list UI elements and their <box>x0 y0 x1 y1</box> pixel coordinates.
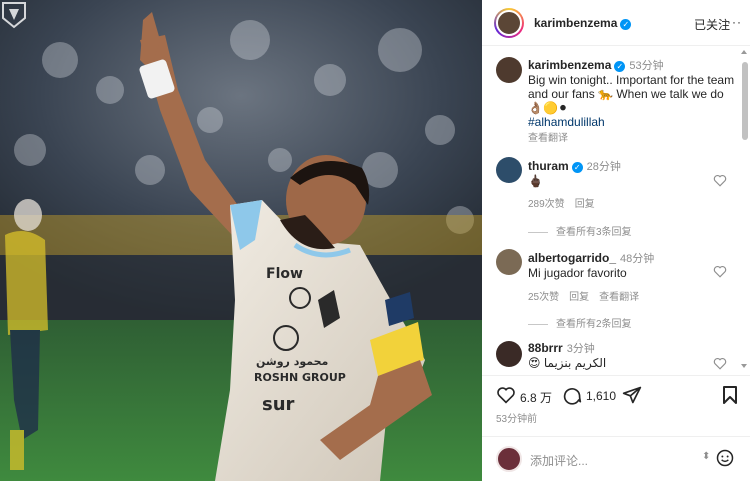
comment-body: albertogarrido_ 48分钟 Mi jugador favorito <box>528 251 655 280</box>
comment-body: 88brrr 3分钟 😍 الكريم بنزيما <box>528 341 607 370</box>
comment-body: thuram ✓ 28分钟 🖕🏿 <box>528 159 621 188</box>
comment-avatar[interactable] <box>496 249 522 275</box>
share-send-icon[interactable] <box>622 385 642 405</box>
reply-button[interactable]: 回复 <box>575 199 595 210</box>
spin-arrows-icon[interactable]: ⬍ <box>702 451 710 462</box>
following-button[interactable]: 已关注 <box>694 16 730 33</box>
author-avatar[interactable] <box>494 8 524 38</box>
svg-text:Flow: Flow <box>266 266 303 282</box>
comment-avatar[interactable] <box>496 341 522 367</box>
comment-username[interactable]: albertogarrido_ <box>528 251 616 265</box>
posted-time[interactable]: 53分钟前 <box>496 410 537 425</box>
comment-avatar[interactable] <box>496 157 522 183</box>
current-user-avatar <box>496 446 522 472</box>
comments-scroll[interactable]: karimbenzema ✓ 53分钟 Big win tonight.. Impo… <box>482 47 750 373</box>
like-comment-heart-icon[interactable] <box>713 357 727 370</box>
svg-text:محمود روشن: محمود روشن <box>256 355 328 368</box>
like-heart-icon[interactable] <box>496 386 516 404</box>
likes-count[interactable]: 6.8 万 <box>520 389 552 406</box>
bookmark-icon[interactable] <box>722 385 738 405</box>
comment-box: 添加评论... ⬍ <box>482 436 750 481</box>
comment-input[interactable]: 添加评论... <box>530 452 588 469</box>
scrollbar-up-arrow[interactable] <box>741 50 747 54</box>
comment-username[interactable]: 88brrr <box>528 341 563 355</box>
translate-button[interactable]: 查看翻译 <box>599 292 639 303</box>
comment-meta: 289次赞 回复 <box>528 195 605 210</box>
post-photo: Flow محمود روشن ROSHN GROUP sur <box>0 0 482 481</box>
comment-bubble-icon[interactable] <box>562 385 582 405</box>
post-side-panel: karimbenzema ✓ 已关注 ··· karimbenzema ✓ 53分钟 … <box>482 0 750 481</box>
svg-text:ROSHN GROUP: ROSHN GROUP <box>254 371 346 384</box>
caption-avatar[interactable] <box>496 57 522 83</box>
caption-username[interactable]: karimbenzema <box>528 58 611 72</box>
caption-text: Big win tonight.. Important for the team… <box>528 73 735 115</box>
svg-text:sur: sur <box>262 394 295 415</box>
like-comment-heart-icon[interactable] <box>713 174 727 187</box>
comment-text: 🖕🏿 <box>528 174 543 188</box>
comment-likes[interactable]: 25次赞 <box>528 292 559 303</box>
scrollbar-thumb[interactable] <box>742 62 748 140</box>
hashtag-link[interactable]: #alhamdulillah <box>528 115 605 129</box>
reply-button[interactable]: 回复 <box>569 292 589 303</box>
author-username[interactable]: karimbenzema ✓ <box>534 16 632 30</box>
view-replies-link[interactable]: 查看所有2条回复 <box>528 315 632 330</box>
comment-likes[interactable]: 289次赞 <box>528 199 565 210</box>
player-celebration-image: Flow محمود روشن ROSHN GROUP sur <box>0 0 482 481</box>
comment-text: Mi jugador favorito <box>528 266 627 280</box>
watermark-logo <box>2 2 26 29</box>
view-replies-link[interactable]: 查看所有3条回复 <box>528 223 632 238</box>
post-header: karimbenzema ✓ 已关注 ··· <box>482 0 750 46</box>
caption-time: 53分钟 <box>629 60 664 72</box>
comments-count[interactable]: 1,610 <box>586 389 616 403</box>
comment-username[interactable]: thuram <box>528 159 569 173</box>
verified-icon: ✓ <box>571 162 583 173</box>
like-comment-heart-icon[interactable] <box>713 265 727 278</box>
verified-icon: ✓ <box>614 61 626 72</box>
emoji-icon[interactable] <box>716 449 734 467</box>
post-actions: 6.8 万 1,610 53分钟前 <box>482 375 750 429</box>
comment-text: 😍 الكريم بنزيما <box>528 356 607 370</box>
more-icon[interactable]: ··· <box>727 15 742 29</box>
caption-body: karimbenzema ✓ 53分钟 Big win tonight.. Impo… <box>528 58 738 129</box>
verified-icon: ✓ <box>620 19 632 30</box>
scrollbar-down-arrow[interactable] <box>741 364 747 368</box>
caption-translate[interactable]: 查看翻译 <box>528 129 578 144</box>
comment-meta: 25次赞 回复 查看翻译 <box>528 288 649 303</box>
